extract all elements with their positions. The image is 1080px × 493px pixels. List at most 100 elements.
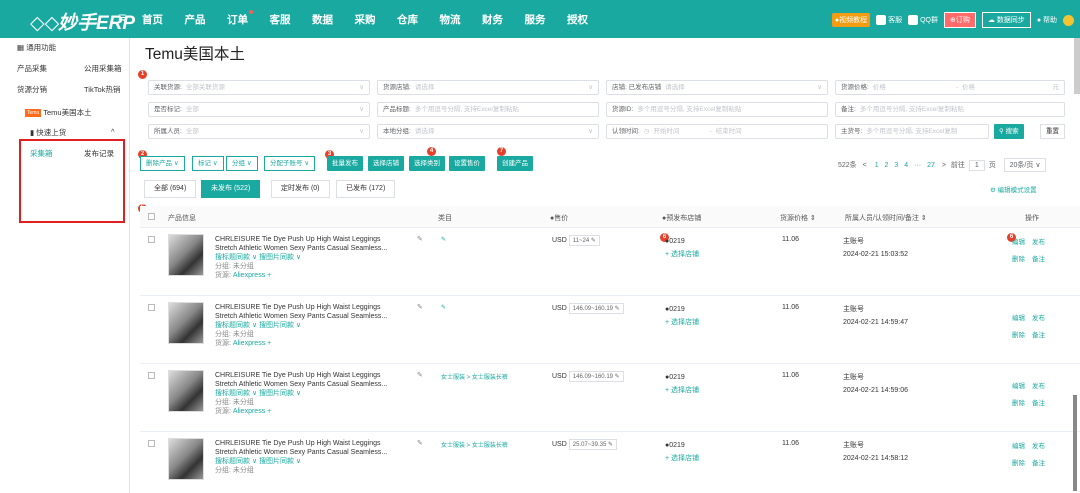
tab-unpublished[interactable]: 未发布 (522) <box>201 180 261 198</box>
main-sku-input[interactable]: 主货号: 多个用逗号分隔, 支持Excel复制 <box>835 124 989 139</box>
add-shop-link[interactable]: + 选择店铺 <box>665 251 699 258</box>
price-input[interactable]: 11~24 ✎ <box>568 235 600 246</box>
nav-service[interactable]: 客服 <box>270 12 291 27</box>
publish-button[interactable]: 发布 <box>1032 383 1045 390</box>
nav-data[interactable]: 数据 <box>312 12 333 27</box>
search-button[interactable]: ⚲ 搜索 <box>994 124 1024 139</box>
edit-category-icon[interactable]: ✎ <box>441 237 446 243</box>
related-source-select[interactable]: 关联货源: 全部关联货源 ∨ <box>148 80 370 95</box>
tab-all[interactable]: 全部 (694) <box>144 180 197 198</box>
price-max-input[interactable]: 价格 <box>962 84 975 91</box>
category[interactable]: 女士服装 > 女士服装长裤 <box>441 440 508 449</box>
row-checkbox[interactable] <box>148 372 155 379</box>
col-owner[interactable]: 所属人员/认领时间/备注 ⇕ <box>845 213 927 223</box>
end-time-input[interactable]: 结束时间 <box>716 128 742 135</box>
page-1[interactable]: 1 <box>875 162 879 169</box>
publish-button[interactable]: 发布 <box>1032 315 1045 322</box>
remark-button[interactable]: 备注 <box>1032 256 1045 263</box>
remark-button[interactable]: 备注 <box>1032 400 1045 407</box>
menu-toggle-icon[interactable]: ≡ <box>118 9 126 25</box>
sidebar-item-collect-box[interactable]: 采集箱 <box>30 148 53 159</box>
tab-scheduled[interactable]: 定时发布 (0) <box>271 180 330 198</box>
assign-subaccount-button[interactable]: 分配子账号 ∨ <box>264 156 316 171</box>
publish-button[interactable]: 发布 <box>1032 239 1045 246</box>
col-source-price[interactable]: 货源价格 ⇕ <box>780 213 816 223</box>
add-source-icon[interactable]: + <box>267 272 271 279</box>
page-size-select[interactable]: 20条/页 ∨ <box>1003 158 1047 172</box>
owner-select[interactable]: 所属人员: 全部 ∨ <box>148 124 370 139</box>
nav-finance[interactable]: 财务 <box>482 12 503 27</box>
nav-home[interactable]: 首页 <box>142 12 163 27</box>
data-sync-button[interactable]: ☁ 数据同步 <box>981 12 1031 28</box>
row-checkbox[interactable] <box>148 304 155 311</box>
nav-auth[interactable]: 授权 <box>567 12 588 27</box>
nav-orders[interactable]: 订单 <box>227 10 253 27</box>
edit-button[interactable]: 编辑 <box>1012 315 1025 322</box>
search-title-link[interactable]: 搜标题同款 <box>215 254 250 261</box>
row-checkbox[interactable] <box>148 236 155 243</box>
source-link[interactable]: Aliexpress <box>233 340 265 347</box>
nav-warehouse[interactable]: 仓库 <box>397 12 418 27</box>
chevron-up-icon[interactable]: ^ <box>111 127 115 136</box>
page-ellipsis[interactable]: ··· <box>914 162 921 169</box>
category[interactable]: 女士服装 > 女士服装长裤 <box>441 372 508 381</box>
page-2[interactable]: 2 <box>885 162 889 169</box>
mark-filter-select[interactable]: 是否标记: 全部 ∨ <box>148 102 370 117</box>
nav-services[interactable]: 服务 <box>525 12 546 27</box>
search-title-link[interactable]: 搜标题同款 <box>215 322 250 329</box>
product-image[interactable] <box>168 370 204 412</box>
start-time-input[interactable]: 开始时间 <box>653 128 679 135</box>
sidebar-item-publish-log[interactable]: 发布记录 <box>84 148 114 159</box>
store-select[interactable]: 店铺: 已发布店铺 请选择 ∨ <box>606 80 828 95</box>
product-image[interactable] <box>168 234 204 276</box>
user-avatar[interactable] <box>1063 14 1074 26</box>
delete-products-button[interactable]: 删除产品 ∨ <box>140 156 185 171</box>
video-tutorial-button[interactable]: ●视频教程 <box>831 13 871 27</box>
remark-button[interactable]: 备注 <box>1032 332 1045 339</box>
page-4[interactable]: 4 <box>904 162 908 169</box>
edit-button[interactable]: 编辑 <box>1012 239 1025 246</box>
edit-button[interactable]: 编辑 <box>1012 443 1025 450</box>
set-price-button[interactable]: 设置售价 <box>449 156 485 171</box>
product-image[interactable] <box>168 302 204 344</box>
qq-group-button[interactable]: QQ群 <box>908 15 938 26</box>
source-link[interactable]: Aliexpress <box>233 272 265 279</box>
scrollbar[interactable] <box>1074 38 1080 94</box>
search-image-link[interactable]: 搜图片同款 <box>259 322 294 329</box>
publish-button[interactable]: 发布 <box>1032 443 1045 450</box>
nav-products[interactable]: 产品 <box>185 12 206 27</box>
sidebar-item-public-box[interactable]: 公用采集箱 <box>84 63 122 74</box>
nav-purchase[interactable]: 采购 <box>355 12 376 27</box>
select-all-checkbox[interactable] <box>148 213 155 220</box>
category[interactable]: ✎ <box>441 304 446 311</box>
search-image-link[interactable]: 搜图片同款 <box>259 458 294 465</box>
edit-mode-settings[interactable]: ⚙ 编辑模式设置 <box>990 184 1037 194</box>
group-button[interactable]: 分组 ∨ <box>226 156 258 171</box>
source-price-range[interactable]: 货源价格: 价格 - 价格元 <box>835 80 1065 95</box>
add-shop-link[interactable]: + 选择店铺 <box>665 319 699 326</box>
search-title-link[interactable]: 搜标题同款 <box>215 458 250 465</box>
scrollbar-thumb[interactable] <box>1073 395 1077 491</box>
edit-button[interactable]: 编辑 <box>1012 383 1025 390</box>
edit-title-icon[interactable]: ✎ <box>417 439 423 447</box>
create-product-button[interactable]: 创建产品 <box>497 156 533 171</box>
claim-time-range[interactable]: 认领时间: ◷ 开始时间 - 结束时间 <box>606 124 828 139</box>
edit-title-icon[interactable]: ✎ <box>417 371 423 379</box>
sidebar-item-quick[interactable]: ▮ 快速上货 <box>30 127 66 138</box>
select-store-button[interactable]: 选择店铺 <box>368 156 404 171</box>
col-price[interactable]: ●售价 <box>550 213 568 223</box>
edit-category-icon[interactable]: ✎ <box>441 305 446 311</box>
delete-button[interactable]: 删除 <box>1012 400 1025 407</box>
goto-page-input[interactable]: 1 <box>968 160 985 171</box>
nav-logistics[interactable]: 物流 <box>440 12 461 27</box>
help-button[interactable]: ● 帮助 <box>1037 15 1057 25</box>
edit-title-icon[interactable]: ✎ <box>417 303 423 311</box>
delete-button[interactable]: 删除 <box>1012 256 1025 263</box>
add-shop-link[interactable]: + 选择店铺 <box>665 387 699 394</box>
order-button[interactable]: ⊕订购 <box>943 12 976 28</box>
source-store-select[interactable]: 货源店铺: 请选择 ∨ <box>377 80 599 95</box>
delete-button[interactable]: 删除 <box>1012 332 1025 339</box>
search-image-link[interactable]: 搜图片同款 <box>259 390 294 397</box>
mark-button[interactable]: 标记 ∨ <box>192 156 224 171</box>
row-checkbox[interactable] <box>148 440 155 447</box>
